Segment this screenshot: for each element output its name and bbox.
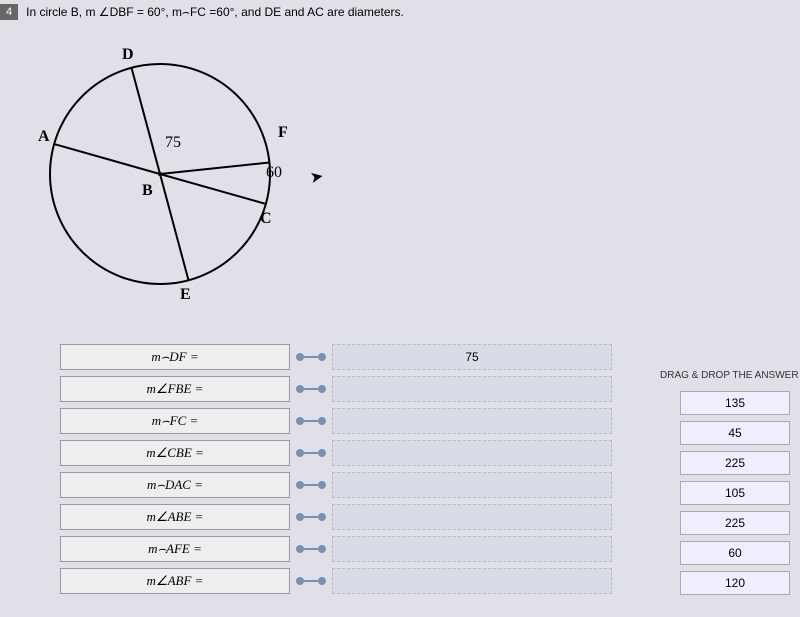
connector-icon <box>296 481 326 489</box>
drop-mABE[interactable] <box>332 504 612 530</box>
angle-60: 60 <box>266 164 282 182</box>
label-B: B <box>142 182 153 200</box>
label-A: A <box>38 128 50 146</box>
label-D: D <box>122 46 134 64</box>
label-F: F <box>278 124 288 142</box>
question-text: In circle B, m ∠DBF = 60°, m⌢FC =60°, an… <box>26 5 404 20</box>
connector-icon <box>296 577 326 585</box>
bank-item[interactable]: 45 <box>680 421 790 445</box>
question-badge: 4 <box>0 4 18 20</box>
connector-icon <box>296 513 326 521</box>
drop-mDAC[interactable] <box>332 472 612 498</box>
bank-item[interactable]: 225 <box>680 451 790 475</box>
bank-item[interactable]: 120 <box>680 571 790 595</box>
drop-mDF[interactable]: 75 <box>332 344 612 370</box>
label-mFC: m⌢FC = <box>60 408 290 434</box>
drop-mABF[interactable] <box>332 568 612 594</box>
label-E: E <box>180 286 191 304</box>
drop-mFBE[interactable] <box>332 376 612 402</box>
drop-mFC[interactable] <box>332 408 612 434</box>
label-mFBE: m∠FBE = <box>60 376 290 402</box>
connector-icon <box>296 449 326 457</box>
label-mAFE: m⌢AFE = <box>60 536 290 562</box>
bank-item[interactable]: 135 <box>680 391 790 415</box>
bank-item[interactable]: 225 <box>680 511 790 535</box>
label-mABF: m∠ABF = <box>60 568 290 594</box>
angle-75: 75 <box>165 134 181 152</box>
connector-icon <box>296 385 326 393</box>
label-mCBE: m∠CBE = <box>60 440 290 466</box>
connector-icon <box>296 417 326 425</box>
bank-item[interactable]: 105 <box>680 481 790 505</box>
circle-diagram: D A F C E B 75 60 ➤ <box>30 24 330 324</box>
bank-title: DRAG & DROP THE ANSWER <box>660 370 800 381</box>
connector-icon <box>296 545 326 553</box>
drop-mAFE[interactable] <box>332 536 612 562</box>
drop-mCBE[interactable] <box>332 440 612 466</box>
connector-icon <box>296 353 326 361</box>
bank-item[interactable]: 60 <box>680 541 790 565</box>
label-mDF: m⌢DF = <box>60 344 290 370</box>
label-mDAC: m⌢DAC = <box>60 472 290 498</box>
answer-bank: DRAG & DROP THE ANSWER 135 45 225 105 22… <box>660 370 800 601</box>
label-C: C <box>260 210 272 228</box>
label-mABE: m∠ABE = <box>60 504 290 530</box>
